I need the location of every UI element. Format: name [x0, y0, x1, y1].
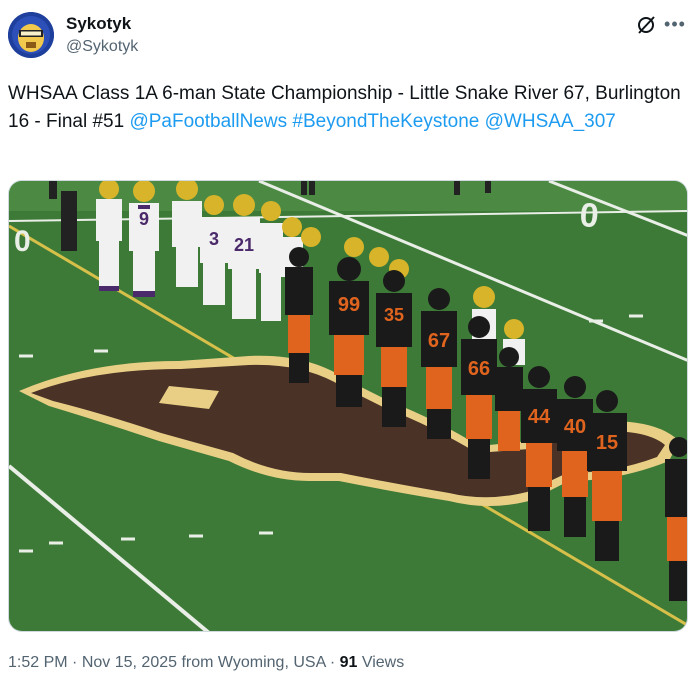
grok-icon[interactable] [635, 14, 657, 36]
svg-text:40: 40 [564, 416, 586, 438]
meta-separator: · [72, 654, 78, 671]
svg-text:9: 9 [139, 209, 149, 229]
svg-text:66: 66 [468, 358, 490, 380]
svg-text:15: 15 [596, 432, 618, 454]
post-meta: 1:52 PM · Nov 15, 2025 from Wyoming, USA… [8, 654, 404, 672]
post-location: from Wyoming, USA [181, 654, 326, 671]
meta-separator: · [329, 654, 336, 671]
svg-text:99: 99 [338, 294, 360, 316]
mention-whsaa307[interactable]: @WHSAA_307 [485, 111, 616, 132]
avatar[interactable] [8, 12, 54, 58]
svg-text:35: 35 [384, 305, 404, 325]
svg-text:0: 0 [14, 225, 31, 258]
post-date[interactable]: Nov 15, 2025 [82, 654, 177, 671]
tweet: Sykotyk @Sykotyk ••• WHSAA Class 1A 6-ma… [0, 0, 700, 681]
views-count: 91 [339, 654, 358, 671]
svg-text:67: 67 [428, 330, 450, 352]
post-time[interactable]: 1:52 PM [8, 654, 68, 671]
hashtag-beyondthekeystone[interactable]: #BeyondTheKeystone [292, 111, 479, 132]
svg-text:3: 3 [209, 229, 219, 249]
svg-text:21: 21 [234, 235, 254, 255]
views-label: Views [361, 654, 405, 671]
post-photo[interactable]: 0 0 9 3 21 99 35 67 66 44 40 15 [8, 180, 688, 632]
mention-pafootballnews[interactable]: @PaFootballNews [129, 111, 287, 132]
post-text: WHSAA Class 1A 6-man State Championship … [8, 80, 688, 136]
svg-text:44: 44 [528, 406, 551, 428]
author-name[interactable]: Sykotyk [66, 14, 131, 34]
svg-text:0: 0 [578, 196, 600, 235]
more-icon[interactable]: ••• [663, 14, 687, 36]
author-handle[interactable]: @Sykotyk [66, 38, 138, 56]
